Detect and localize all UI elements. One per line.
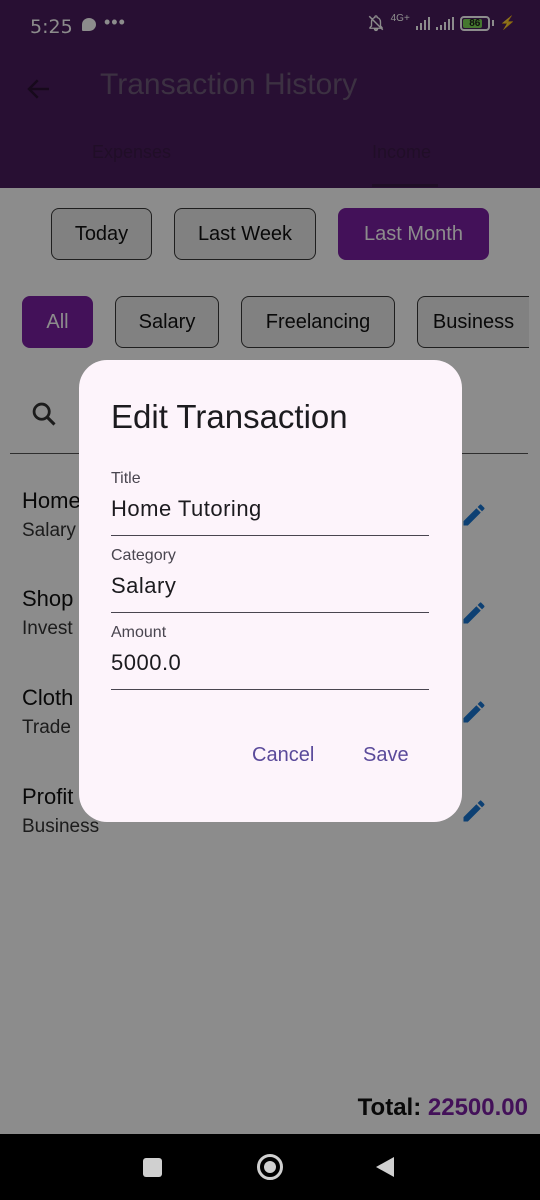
home-icon[interactable] [257,1154,283,1180]
back-icon[interactable] [376,1157,394,1177]
amount-field-label: Amount [111,624,167,641]
cancel-button[interactable]: Cancel [252,744,314,767]
category-field-value[interactable]: Salary [111,573,429,599]
title-field[interactable]: Title Home Tutoring [111,470,429,536]
edit-transaction-dialog: Edit Transaction Title Home Tutoring Cat… [79,360,462,822]
system-nav-bar [0,1134,540,1200]
amount-field-value[interactable]: 5000.0 [111,650,429,676]
dialog-title: Edit Transaction [111,398,348,435]
category-field-label: Category [111,547,176,564]
title-field-label: Title [111,470,141,487]
save-button[interactable]: Save [363,744,409,767]
amount-field[interactable]: Amount 5000.0 [111,624,429,690]
category-field[interactable]: Category Salary [111,547,429,613]
recent-apps-icon[interactable] [143,1158,162,1177]
title-field-value[interactable]: Home Tutoring [111,496,429,522]
